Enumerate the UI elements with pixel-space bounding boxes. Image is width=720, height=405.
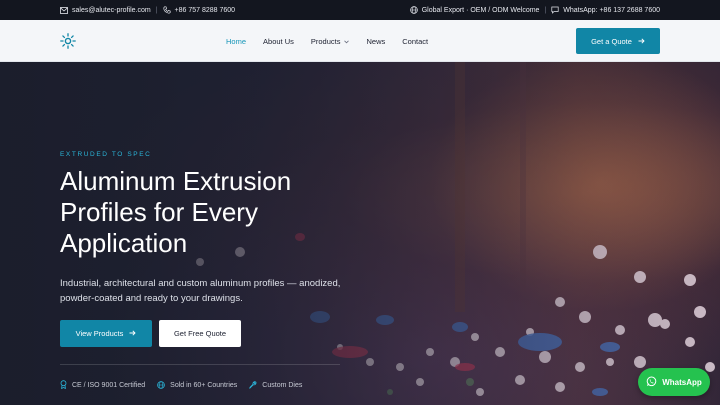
globe-icon <box>409 6 418 14</box>
whatsapp-float-label: WhatsApp <box>662 377 702 387</box>
view-products-button[interactable]: View Products <box>60 320 152 347</box>
whatsapp-icon <box>646 376 657 389</box>
hero-title: Aluminum Extrusion Profiles for Every Ap… <box>60 166 292 258</box>
hero-eyebrow: EXTRUDED TO SPEC <box>60 151 152 158</box>
chevron-down-icon <box>344 37 350 46</box>
email-link[interactable]: sales@alutec-profile.com <box>72 7 151 14</box>
site-header: Home About Us Products News Contact Get … <box>0 20 720 62</box>
wrench-icon <box>249 380 257 391</box>
export-tagline: Global Export · OEM / ODM Welcome <box>421 6 540 14</box>
whatsapp-float-button[interactable]: WhatsApp <box>638 368 710 396</box>
nav-contact[interactable]: Contact <box>402 37 428 46</box>
divider: | <box>155 6 158 14</box>
get-quote-label: Get a Quote <box>591 36 632 46</box>
feature-item: Custom Dies <box>249 380 302 391</box>
nav-products[interactable]: Products <box>311 37 350 46</box>
top-bar: sales@alutec-profile.com | +86 757 8288 … <box>0 0 720 20</box>
arrow-right-icon <box>129 329 137 338</box>
export-info: Global Export · OEM / ODM Welcome | What… <box>409 0 660 20</box>
phone-icon <box>162 6 171 14</box>
get-free-quote-label: Get Free Quote <box>173 329 227 338</box>
divider: | <box>544 6 547 14</box>
mail-icon <box>60 6 68 14</box>
get-quote-button[interactable]: Get a Quote <box>576 28 660 54</box>
contact-info: sales@alutec-profile.com | +86 757 8288 … <box>60 0 235 20</box>
feature-label: Sold in 60+ Countries <box>170 382 238 389</box>
divider <box>60 364 340 365</box>
nav-home[interactable]: Home <box>226 37 246 46</box>
feature-label: Custom Dies <box>262 382 303 389</box>
feature-item: CE / ISO 9001 Certified <box>60 380 145 391</box>
chat-icon <box>551 6 559 14</box>
badge-icon <box>60 380 67 391</box>
arrow-right-icon <box>638 37 645 46</box>
feature-list: CE / ISO 9001 Certified Sold in 60+ Coun… <box>60 380 302 391</box>
globe-icon <box>157 380 165 391</box>
phone-link[interactable]: +86 757 8288 7600 <box>175 7 236 14</box>
whatsapp-number[interactable]: WhatsApp: +86 137 2688 7600 <box>563 7 660 14</box>
nav-news[interactable]: News <box>366 37 385 46</box>
nav-about[interactable]: About Us <box>263 37 294 46</box>
logo-icon[interactable] <box>60 33 76 49</box>
main-nav: Home About Us Products News Contact <box>226 20 428 62</box>
get-free-quote-button[interactable]: Get Free Quote <box>159 320 241 347</box>
feature-item: Sold in 60+ Countries <box>157 380 237 391</box>
hero-lead: Industrial, architectural and custom alu… <box>60 278 341 304</box>
nav-products-label: Products <box>310 36 341 46</box>
feature-label: CE / ISO 9001 Certified <box>72 382 146 389</box>
hero-section: EXTRUDED TO SPEC Aluminum Extrusion Prof… <box>0 62 720 405</box>
view-products-label: View Products <box>75 329 124 338</box>
